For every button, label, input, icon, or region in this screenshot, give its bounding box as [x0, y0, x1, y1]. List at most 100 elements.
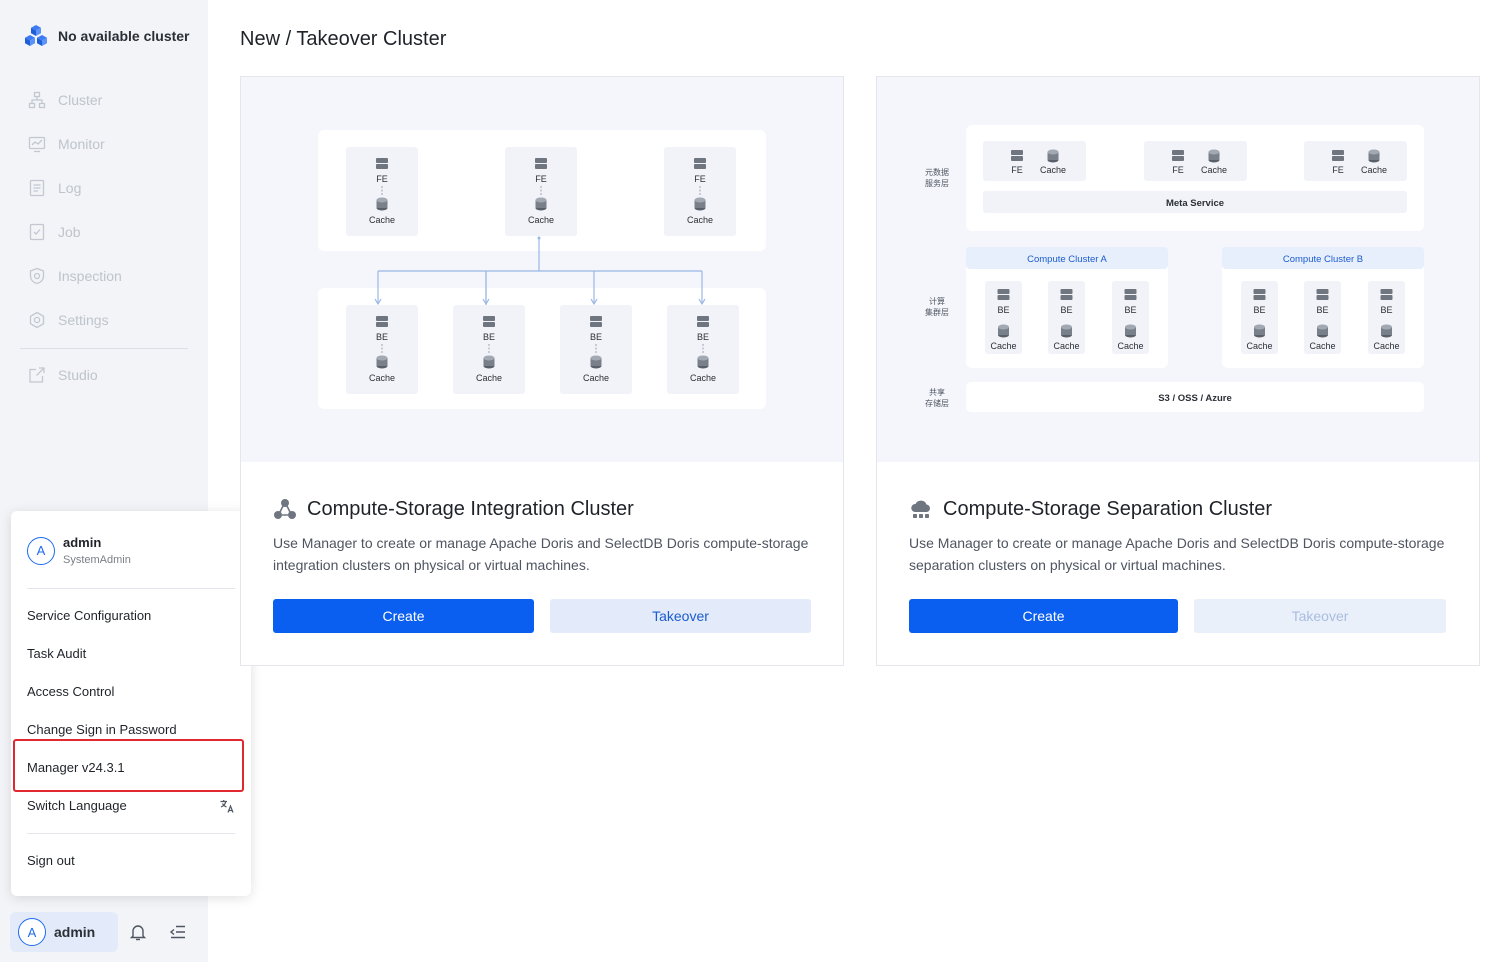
fe-node-box: [1144, 141, 1247, 181]
server-icon: [1316, 295, 1329, 300]
cache-icon: [1317, 324, 1328, 330]
server-icon: [697, 322, 709, 327]
cubes-logo-icon: [25, 25, 47, 46]
integration-architecture-diagram: FE Cache FE Cache FE Cache BE Cache BE Cache BE Cac…: [241, 77, 843, 462]
server-icon: [694, 164, 706, 169]
node-role-label: FE: [1172, 165, 1184, 175]
server-icon: [697, 316, 709, 321]
menu-item-sign-out[interactable]: Sign out: [27, 853, 235, 869]
cache-icon: [998, 324, 1009, 330]
node-role-label: FE: [1332, 165, 1344, 175]
log-icon: [29, 179, 45, 197]
sidebar-item-label: Job: [58, 224, 81, 240]
fe-node-box: [983, 141, 1086, 181]
takeover-integration-button[interactable]: Takeover: [550, 599, 811, 633]
node-cache-label: Cache: [1040, 165, 1066, 175]
server-icon: [1060, 295, 1073, 300]
menu-item-service-configuration[interactable]: Service Configuration: [27, 608, 235, 624]
node-cache-label: Cache: [1201, 165, 1227, 175]
cache-icon: [1368, 149, 1380, 155]
integration-cluster-card: FE Cache FE Cache FE Cache BE Cache BE Cache BE Cac…: [240, 76, 844, 666]
card-description: Use Manager to create or manage Apache D…: [909, 535, 1445, 573]
node-role-label: FE: [535, 174, 547, 184]
external-link-icon: [29, 367, 45, 383]
server-icon: [376, 316, 388, 321]
server-icon: [1253, 289, 1266, 294]
node-role-label: BE: [1060, 305, 1072, 315]
node-role-label: FE: [376, 174, 388, 184]
separation-diagram-svg: 元数据服务层计算集群层共享存储层 FE Cache FE Cache FE Cache Met…: [925, 125, 1424, 412]
sidebar-item-label: Monitor: [58, 136, 105, 152]
create-separation-button[interactable]: Create: [909, 599, 1178, 633]
card-title: Compute-Storage Integration Cluster: [273, 497, 634, 521]
node-role-label: BE: [483, 332, 495, 342]
node-role-label: BE: [1380, 305, 1392, 315]
user-name: admin: [54, 924, 96, 940]
sidebar-item-job[interactable]: Job: [28, 210, 198, 254]
node-cache-label: Cache: [1117, 341, 1143, 351]
node-cache-label: Cache: [476, 373, 502, 383]
node-cache-label: Cache: [369, 215, 395, 225]
node-role-label: BE: [376, 332, 388, 342]
layer-label: 存储层: [925, 398, 949, 408]
compute-cluster-title: Compute Cluster A: [1027, 254, 1107, 265]
compute-cluster-title: Compute Cluster B: [1283, 254, 1363, 265]
server-icon: [1172, 156, 1184, 161]
card-title: Compute-Storage Separation Cluster: [909, 497, 1272, 521]
sidebar-item-inspection[interactable]: Inspection: [28, 254, 198, 298]
node-cache-label: Cache: [528, 215, 554, 225]
cache-icon: [483, 355, 495, 361]
user-menu-header: A admin SystemAdmin: [27, 535, 131, 566]
server-icon: [1332, 156, 1344, 161]
cache-icon: [376, 197, 388, 203]
server-icon: [694, 158, 706, 163]
node-cache-label: Cache: [1361, 165, 1387, 175]
cache-icon: [1047, 149, 1059, 155]
layer-label: 计算: [929, 296, 945, 306]
server-icon: [1124, 295, 1137, 300]
user-menu-role: SystemAdmin: [63, 554, 131, 566]
collapse-menu-icon[interactable]: [168, 922, 188, 942]
integration-diagram-svg: FE Cache FE Cache FE Cache BE Cache BE Cache BE Cac…: [318, 130, 766, 409]
cluster-switcher[interactable]: No available cluster: [24, 24, 190, 48]
node-cache-label: Cache: [583, 373, 609, 383]
job-icon: [29, 223, 45, 241]
node-cache-label: Cache: [1309, 341, 1335, 351]
server-icon: [535, 164, 547, 169]
node-role-label: BE: [997, 305, 1009, 315]
create-integration-button[interactable]: Create: [273, 599, 534, 633]
cache-icon: [1254, 324, 1265, 330]
node-cache-label: Cache: [690, 373, 716, 383]
node-cache-label: Cache: [1373, 341, 1399, 351]
node-role-label: BE: [1124, 305, 1136, 315]
node-role-label: BE: [697, 332, 709, 342]
menu-divider: [27, 833, 235, 834]
sidebar-item-monitor[interactable]: Monitor: [28, 122, 198, 166]
layer-label: 元数据: [925, 167, 949, 177]
cloud-cluster-icon: [911, 500, 930, 518]
menu-item-access-control[interactable]: Access Control: [27, 684, 235, 700]
card-description: Use Manager to create or manage Apache D…: [273, 535, 809, 573]
server-icon: [535, 158, 547, 163]
card-title-text: Compute-Storage Separation Cluster: [943, 497, 1273, 520]
page-title: New / Takeover Cluster: [240, 28, 447, 50]
sidebar-item-studio[interactable]: Studio: [28, 353, 198, 397]
node-role-label: BE: [1316, 305, 1328, 315]
cache-icon: [1125, 324, 1136, 330]
sidebar-nav: Cluster Monitor Log Job Inspection Setti…: [28, 78, 198, 342]
sidebar-item-label: Log: [58, 180, 82, 196]
menu-item-switch-language[interactable]: Switch Language: [27, 798, 235, 814]
user-profile-button[interactable]: A admin: [10, 912, 118, 952]
sidebar-item-settings[interactable]: Settings: [28, 298, 198, 342]
cache-icon: [694, 197, 706, 203]
layer-label: 集群层: [925, 307, 949, 317]
menu-item-label: Switch Language: [27, 798, 127, 813]
translate-icon: [220, 800, 234, 813]
sidebar-item-cluster[interactable]: Cluster: [28, 78, 198, 122]
sidebar-item-log[interactable]: Log: [28, 166, 198, 210]
menu-item-change-password[interactable]: Change Sign in Password: [27, 722, 235, 738]
layer-label: 共享: [929, 387, 945, 397]
menu-item-task-audit[interactable]: Task Audit: [27, 646, 235, 662]
bell-icon[interactable]: [128, 922, 148, 942]
node-cache-label: Cache: [687, 215, 713, 225]
